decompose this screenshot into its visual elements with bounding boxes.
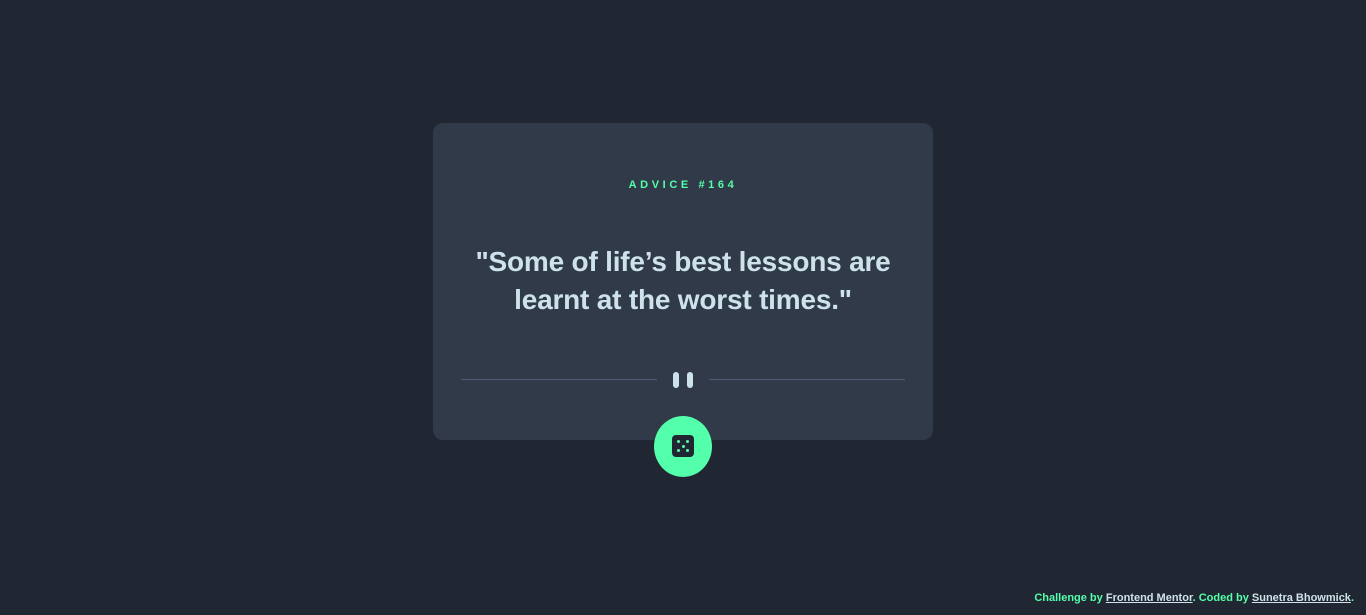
dice-icon xyxy=(672,435,694,457)
author-link[interactable]: Sunetra Bhowmick xyxy=(1252,592,1351,604)
advice-id: ADVICE #164 xyxy=(628,179,738,191)
attribution-prefix: Challenge by xyxy=(1034,592,1106,604)
divider-line-right xyxy=(709,379,905,380)
new-advice-button[interactable] xyxy=(654,416,712,477)
pattern-divider xyxy=(461,370,905,388)
attribution-middle: . Coded by xyxy=(1192,592,1252,604)
frontend-mentor-link[interactable]: Frontend Mentor xyxy=(1106,592,1193,604)
advice-card: ADVICE #164 "Some of life’s best lessons… xyxy=(433,123,933,440)
pause-bar-left xyxy=(673,372,679,388)
divider-line-left xyxy=(461,379,657,380)
pause-icon xyxy=(672,372,694,388)
advice-quote: "Some of life’s best lessons are learnt … xyxy=(475,246,891,315)
attribution-suffix: . xyxy=(1350,592,1354,604)
attribution: Challenge by Frontend Mentor. Coded by S… xyxy=(1034,591,1354,605)
page: ADVICE #164 "Some of life’s best lessons… xyxy=(0,0,1366,615)
pause-bar-right xyxy=(687,372,693,388)
